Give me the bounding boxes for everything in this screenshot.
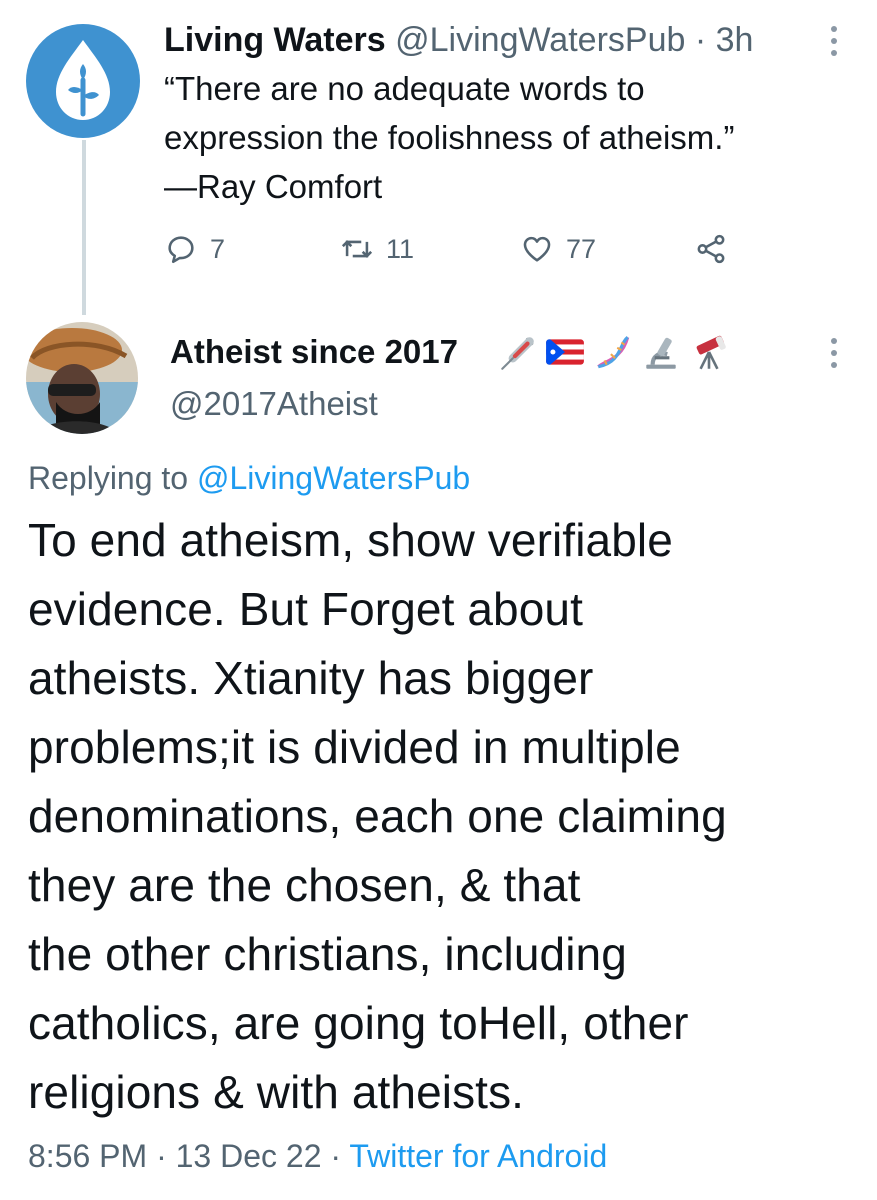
meta-separator: · xyxy=(156,1138,167,1174)
thread-connector-line xyxy=(82,140,86,315)
heart-icon xyxy=(523,236,551,262)
telescope-icon xyxy=(696,335,726,370)
display-name-emoji-row xyxy=(496,330,730,374)
profile-photo xyxy=(26,322,138,434)
reply-text-line: religions & with atheists. xyxy=(28,1066,525,1118)
parent-tweet-header: Living Waters @LivingWatersPub · 3h xyxy=(164,18,753,62)
tweet-time[interactable]: 8:56 PM xyxy=(28,1138,147,1174)
reply-display-name[interactable]: Atheist since 2017 xyxy=(170,330,458,374)
parent-text-line: —Ray Comfort xyxy=(164,168,383,205)
living-waters-avatar[interactable] xyxy=(26,24,140,138)
retweet-count: 11 xyxy=(386,233,415,264)
puerto-rico-flag-icon xyxy=(546,339,584,365)
retweet-icon xyxy=(341,240,373,258)
reply-count: 7 xyxy=(210,233,226,264)
parent-text-line: “There are no adequate words to xyxy=(164,70,645,107)
plant-drop-logo-icon xyxy=(56,40,110,120)
like-button[interactable]: 77 xyxy=(520,226,596,272)
parent-display-name[interactable]: Living Waters xyxy=(164,21,386,59)
dna-icon xyxy=(597,336,630,369)
parent-action-bar: 7 11 77 xyxy=(164,226,744,272)
reply-handle[interactable]: @2017Atheist xyxy=(170,382,378,426)
tweet-date[interactable]: 13 Dec 22 xyxy=(176,1138,322,1174)
header-separator: · xyxy=(694,21,707,59)
microscope-icon xyxy=(646,337,676,369)
reply-more-options-icon[interactable] xyxy=(828,336,840,370)
parent-more-options-icon[interactable] xyxy=(828,24,840,58)
parent-handle[interactable]: @LivingWatersPub xyxy=(395,21,685,59)
parent-text-line: expression the foolishness of atheism.” xyxy=(164,119,735,156)
reply-tweet-text: To end atheism, show verifiable evidence… xyxy=(28,506,858,1127)
retweet-button[interactable]: 11 xyxy=(340,226,414,272)
atheist-user-avatar[interactable] xyxy=(26,322,138,434)
tweet-source-link[interactable]: Twitter for Android xyxy=(349,1138,607,1174)
reply-text-line: To end atheism, show verifiable xyxy=(28,514,673,566)
like-count: 77 xyxy=(566,233,597,264)
reply-button[interactable]: 7 xyxy=(164,226,225,272)
reply-text-line: evidence. But Forget about xyxy=(28,583,583,635)
reply-text-line: they are the chosen, & that xyxy=(28,859,581,911)
reply-text-line: denominations, each one claiming xyxy=(28,790,727,842)
replying-prefix: Replying to xyxy=(28,460,189,496)
reply-text-line: problems;it is divided in multiple xyxy=(28,721,681,773)
parent-tweet-text: “There are no adequate words to expressi… xyxy=(164,64,844,211)
share-icon xyxy=(697,234,725,264)
reply-text-line: catholics, are going toHell, other xyxy=(28,997,689,1049)
reply-text-line: the other christians, including xyxy=(28,928,627,980)
parent-timestamp[interactable]: 3h xyxy=(716,21,754,59)
replying-to-handle-link[interactable]: @LivingWatersPub xyxy=(197,460,470,496)
reply-tweet-metadata: 8:56 PM · 13 Dec 22 · Twitter for Androi… xyxy=(28,1134,607,1178)
share-button[interactable] xyxy=(694,226,728,272)
reply-text-line: atheists. Xtianity has bigger xyxy=(28,652,594,704)
replying-to-line: Replying to @LivingWatersPub xyxy=(28,456,470,500)
reply-bubble-icon xyxy=(168,236,194,264)
syringe-icon xyxy=(501,337,534,370)
meta-separator: · xyxy=(330,1138,342,1174)
